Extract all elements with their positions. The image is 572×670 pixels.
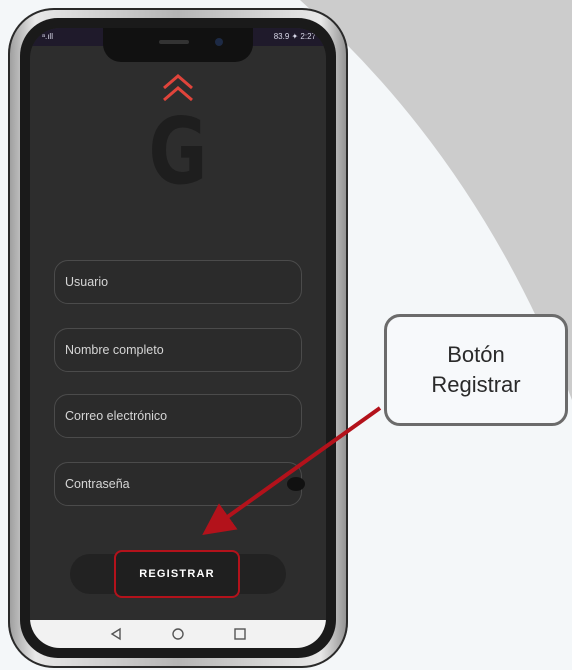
register-button-container: REGISTRAR — [70, 550, 286, 598]
speaker-grille — [159, 40, 189, 44]
signal-indicator: ᵃ.ıll — [42, 32, 53, 41]
back-icon[interactable] — [108, 626, 124, 642]
app-logo: G — [148, 98, 208, 205]
fullname-input[interactable] — [55, 329, 301, 371]
username-field[interactable] — [54, 260, 302, 304]
password-field[interactable] — [54, 462, 305, 506]
register-button[interactable]: REGISTRAR — [114, 550, 240, 598]
android-nav-bar — [30, 620, 326, 648]
callout-box: Botón Registrar — [384, 314, 568, 426]
fullname-field[interactable] — [54, 328, 302, 372]
recents-icon[interactable] — [232, 626, 248, 642]
email-input[interactable] — [55, 395, 301, 437]
camera-notch — [103, 28, 253, 62]
phone-screen: ᵃ.ıll 83.9 ✦ 2:27 G REGISTRAR — [30, 28, 326, 648]
phone-frame: ᵃ.ıll 83.9 ✦ 2:27 G REGISTRAR — [8, 8, 348, 668]
front-camera-icon — [215, 38, 223, 46]
email-field[interactable] — [54, 394, 302, 438]
callout-label: Botón Registrar — [431, 342, 521, 397]
battery-clock: 83.9 ✦ 2:27 — [273, 32, 316, 41]
home-icon[interactable] — [170, 626, 186, 642]
username-input[interactable] — [55, 261, 301, 303]
eye-toggle-icon[interactable] — [287, 477, 305, 491]
password-input[interactable] — [55, 463, 301, 505]
